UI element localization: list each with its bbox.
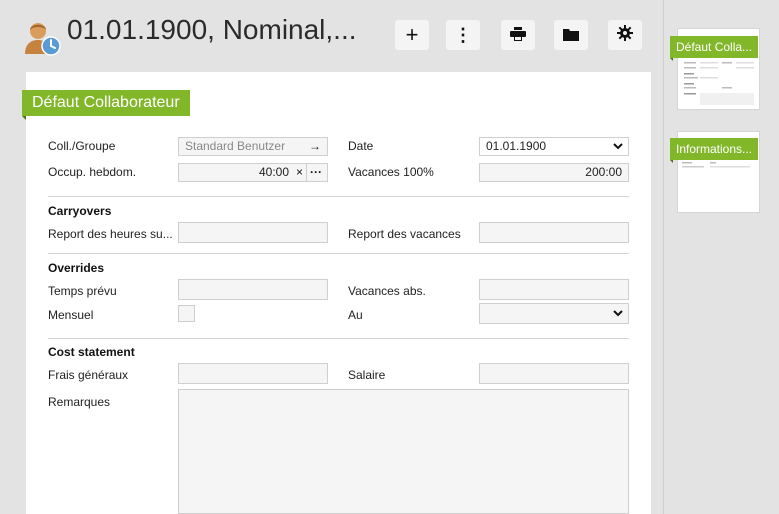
remarques-textarea[interactable] [178, 389, 629, 514]
au-label: Au [348, 308, 363, 322]
divider [48, 338, 629, 339]
temps-prevu-label: Temps prévu [48, 284, 117, 298]
vacances100-label: Vacances 100% [348, 165, 434, 179]
folder-button[interactable] [554, 20, 588, 50]
thumbnail-label-2[interactable]: Informations... [670, 138, 759, 160]
coll-groupe-label: Coll./Groupe [48, 139, 116, 153]
ribbon-fold [670, 58, 673, 61]
remarques-label: Remarques [48, 395, 111, 409]
coll-groupe-value: Standard Benutzer [185, 139, 286, 153]
salaire-field[interactable] [479, 363, 629, 384]
coll-groupe-field[interactable]: Standard Benutzer → [178, 137, 328, 156]
ribbon-fold [670, 160, 673, 163]
section-title: Défaut Collaborateur [22, 90, 190, 116]
vacances-abs-label: Vacances abs. [348, 284, 426, 298]
more-label: ⋮ [454, 24, 472, 45]
salaire-label: Salaire [348, 368, 386, 382]
frais-field[interactable] [178, 363, 328, 384]
date-label: Date [348, 139, 374, 153]
ellipsis-icon[interactable]: ··· [310, 164, 322, 181]
more-options-button[interactable]: ⋮ [446, 20, 480, 50]
date-select[interactable]: 01.01.1900 [479, 137, 629, 156]
chevron-down-icon[interactable] [613, 138, 623, 160]
mensuel-checkbox[interactable] [178, 305, 195, 322]
carryovers-title: Carryovers [48, 204, 112, 218]
thumbnail-label-1[interactable]: Défaut Colla... [670, 36, 759, 58]
add-label: + [405, 22, 419, 47]
date-value: 01.01.1900 [486, 139, 547, 153]
report-heures-field[interactable] [178, 222, 328, 243]
report-vacances-label: Report des vacances [348, 227, 461, 241]
ribbon-fold [22, 116, 26, 120]
occup-field[interactable]: 40:00 × ··· [178, 163, 328, 182]
chevron-down-icon[interactable] [613, 305, 623, 327]
vacances100-value: 200:00 [585, 165, 622, 179]
occup-label: Occup. hebdom. [48, 165, 137, 179]
gear-icon [617, 24, 633, 46]
print-button[interactable] [501, 20, 535, 50]
print-icon [510, 25, 526, 46]
occup-value: 40:00 [258, 165, 289, 179]
report-vacances-field[interactable] [479, 222, 629, 243]
au-select[interactable] [479, 303, 629, 324]
arrow-right-icon[interactable]: → [309, 138, 321, 155]
cost-title: Cost statement [48, 345, 135, 359]
user-clock-icon [22, 20, 62, 56]
divider [48, 253, 629, 254]
vacances-abs-field[interactable] [479, 279, 629, 300]
temps-prevu-field[interactable] [178, 279, 328, 300]
folder-icon [563, 25, 579, 46]
divider [48, 196, 629, 197]
clear-icon[interactable]: × [296, 164, 303, 181]
overrides-title: Overrides [48, 261, 105, 275]
add-button[interactable]: + [395, 20, 429, 50]
report-heures-label: Report des heures su... [48, 227, 173, 241]
mensuel-label: Mensuel [48, 308, 94, 322]
vacances100-field[interactable]: 200:00 [479, 163, 629, 182]
frais-label: Frais généraux [48, 368, 129, 382]
page-title: 01.01.1900, Nominal,... [67, 14, 357, 45]
field-separator [306, 164, 307, 181]
settings-button[interactable] [608, 20, 642, 50]
